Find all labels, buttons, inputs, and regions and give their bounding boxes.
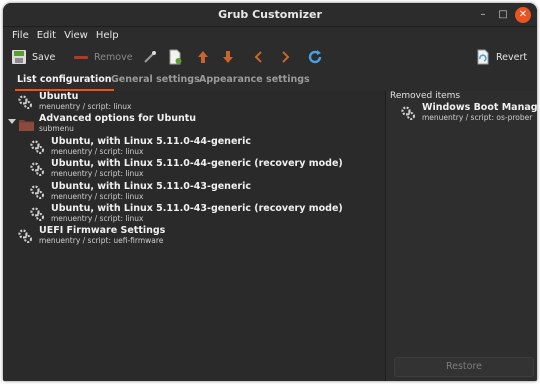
tab-list-configuration[interactable]: List configuration [15,74,114,91]
minimize-icon[interactable]: – [475,7,491,23]
list-item[interactable]: Ubuntu, with Linux 5.11.0-44-generic (re… [3,158,384,180]
menu-file[interactable]: File [9,27,34,45]
restore-button[interactable]: Restore [394,357,534,377]
removed-items-header: Removed items [390,91,461,101]
entry-name: Ubuntu, with Linux 5.11.0-44-generic (re… [51,158,343,169]
remove-label: Remove [94,51,133,63]
edit-entry-button[interactable] [142,48,158,66]
entry-name: Ubuntu [39,91,79,102]
toolbar: Save Remove Revert [3,45,537,69]
gears-icon [29,184,45,200]
tab-bar: List configuration General settings Appe… [3,69,537,92]
refresh-icon [307,49,323,65]
menu-help[interactable]: Help [93,27,124,45]
list-item[interactable]: Ubuntu, with Linux 5.11.0-43-generic men… [3,181,384,203]
entry-description: menuentry / script: os-prober [422,113,533,122]
tab-general-settings[interactable]: General settings [111,74,200,85]
arrow-down-icon [220,49,236,65]
maximize-icon[interactable]: □ [495,7,511,23]
save-icon [11,49,27,65]
refresh-button[interactable] [307,48,323,66]
entry-description: menuentry / script: uefi-firmware [39,236,164,245]
entry-description: submenu [39,124,74,133]
entry-name: Windows Boot Manager ... [422,102,537,113]
menu-bar: File Edit View Help [3,27,537,45]
gears-icon [400,105,416,121]
removed-list-item[interactable]: Windows Boot Manager ... menuentry / scr… [386,102,537,124]
wand-icon [142,49,158,65]
gears-icon [29,139,45,155]
new-document-icon [167,49,183,65]
tab-appearance-settings[interactable]: Appearance settings [199,74,310,85]
move-down-button[interactable] [220,48,236,66]
save-button[interactable]: Save [11,48,55,66]
main-area: Ubuntu menuentry / script: linux Advance… [3,91,537,381]
revert-label: Revert [496,51,528,63]
entry-name: Advanced options for Ubuntu [39,113,197,124]
gears-icon [29,206,45,222]
entry-name: Ubuntu, with Linux 5.11.0-43-generic [51,181,251,192]
gears-icon [29,161,45,177]
entry-name: Ubuntu, with Linux 5.11.0-43-generic (re… [51,203,343,214]
list-item[interactable]: Ubuntu, with Linux 5.11.0-43-generic (re… [3,203,384,225]
folder-icon [19,116,34,131]
entry-description: menuentry / script: linux [51,214,144,223]
entry-description: menuentry / script: linux [39,102,132,111]
add-entry-button[interactable] [167,48,183,66]
menu-edit[interactable]: Edit [34,27,61,45]
entry-description: menuentry / script: linux [51,192,144,201]
revert-icon [475,49,491,65]
entry-description: menuentry / script: linux [51,147,144,156]
remove-button[interactable]: Remove [73,48,133,66]
list-item[interactable]: Advanced options for Ubuntu submenu [3,113,384,135]
window-title: Grub Customizer [218,8,322,21]
chevron-right-icon [277,49,293,65]
list-item[interactable]: UEFI Firmware Settings menuentry / scrip… [3,225,384,247]
removed-items-panel: Removed items Windows Boot Manager ... m… [385,91,537,381]
list-item[interactable]: Ubuntu, with Linux 5.11.0-44-generic men… [3,136,384,158]
entry-description: menuentry / script: linux [51,169,144,178]
chevron-left-icon [251,49,267,65]
revert-button[interactable]: Revert [475,48,527,66]
arrow-up-icon [195,49,211,65]
remove-icon [73,49,89,65]
title-bar[interactable]: Grub Customizer – □ ✕ [3,3,537,27]
save-label: Save [32,51,56,63]
app-window: Grub Customizer – □ ✕ File Edit View Hel… [3,3,537,381]
gears-icon [17,228,33,244]
entry-name: Ubuntu, with Linux 5.11.0-44-generic [51,136,251,147]
move-right-button[interactable] [277,48,293,66]
expander-icon[interactable] [8,119,16,124]
move-up-button[interactable] [195,48,211,66]
entry-list[interactable]: Ubuntu menuentry / script: linux Advance… [3,91,384,381]
move-left-button[interactable] [251,48,267,66]
close-icon[interactable]: ✕ [515,7,531,23]
list-item[interactable]: Ubuntu menuentry / script: linux [3,91,384,113]
menu-view[interactable]: View [61,27,93,45]
gears-icon [17,94,33,110]
entry-name: UEFI Firmware Settings [39,225,166,236]
